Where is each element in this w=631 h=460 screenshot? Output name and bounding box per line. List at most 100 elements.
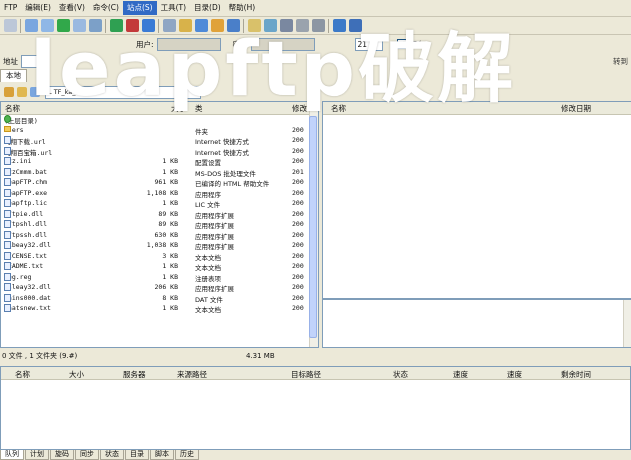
- file-name: libeay32.dll: [4, 241, 51, 249]
- table-row[interactable]: ssleay32.dll 206 KB 应用程序扩展 200: [1, 283, 318, 294]
- file-size: 1 KB: [162, 167, 178, 176]
- file-type: 应用程序扩展: [195, 232, 234, 241]
- file-size: 89 KB: [158, 209, 178, 218]
- table-row[interactable]: LeapFTP.exe 1,108 KB 应用程序 200: [1, 188, 318, 200]
- log-scrollbar[interactable]: [623, 300, 631, 347]
- queue-col-status[interactable]: 状态: [393, 369, 408, 380]
- table-row[interactable]: 飞翔百宝箱.url Internet 快捷方式 200: [1, 146, 318, 158]
- file-size: 1 KB: [162, 262, 178, 270]
- tab-directory[interactable]: 目录: [125, 450, 149, 460]
- local-scrollbar[interactable]: [309, 102, 318, 347]
- tab-script[interactable]: 脚本: [150, 450, 174, 460]
- file-icon: [4, 136, 11, 144]
- queue-col-remaining[interactable]: 剩余时间: [561, 369, 591, 380]
- tab-history[interactable]: 历史: [175, 450, 199, 460]
- file-name-cell: README.txt: [4, 262, 122, 270]
- file-type: 应用程序扩展: [195, 211, 234, 220]
- tab-queue[interactable]: 队列: [0, 450, 24, 460]
- file-type: 文本文档: [195, 306, 221, 314]
- file-size: 1 KB: [162, 272, 178, 281]
- file-name-cell: reg.reg: [4, 272, 122, 281]
- table-row[interactable]: lftpssh.dll 630 KB 应用程序扩展 200: [1, 230, 318, 242]
- queue-pane: 名称 大小 服务器 来源路径 目标路径 状态 速度 速度 剩余时间: [0, 366, 631, 450]
- file-type: 文本文档: [195, 253, 221, 262]
- table-row[interactable]: 飞翔下载.url Internet 快捷方式 200: [1, 136, 318, 147]
- status-bar: 0 文件 , 1 文件夹 (9.#) 4.31 MB: [0, 350, 320, 361]
- file-type: 应用程序扩展: [195, 222, 234, 230]
- table-row[interactable]: unins000.dat 8 KB DAT 文件 200: [1, 293, 318, 305]
- file-name-cell: 飞翔百宝箱.url: [4, 146, 122, 157]
- file-type: 应用程序扩展: [195, 243, 234, 251]
- local-file-pane: 名称 大小 类 修改 (上层目录) users 件夹 200 飞翔下载.url Inter…: [0, 101, 319, 348]
- menu-tools[interactable]: 工具(T): [157, 1, 190, 15]
- table-row[interactable]: users 件夹 200: [1, 125, 318, 137]
- file-icon: [4, 146, 11, 155]
- table-row[interactable]: lftpshl.dll 89 KB 应用程序扩展 200: [1, 220, 318, 231]
- file-icon: [4, 262, 11, 270]
- table-row[interactable]: LeapFTP.chm 961 KB 已编译的 HTML 帮助文件 200: [1, 178, 318, 189]
- file-size: 89 KB: [158, 220, 178, 228]
- queue-col-source[interactable]: 来源路径: [177, 369, 207, 380]
- folder-icon: [4, 125, 11, 132]
- file-icon: [4, 199, 11, 207]
- back-icon[interactable]: [3, 87, 14, 97]
- file-name-cell: 52z.ini: [4, 157, 122, 165]
- file-icon: [4, 251, 11, 260]
- file-type: MS-DOS 批处理文件: [195, 169, 256, 178]
- file-name-cell: whatsnew.txt: [4, 304, 122, 312]
- queue-col-size[interactable]: 大小: [69, 369, 84, 380]
- table-row[interactable]: 52zCmmm.bat 1 KB MS-DOS 批处理文件 201: [1, 167, 318, 179]
- menu-view[interactable]: 查看(V): [55, 1, 89, 15]
- file-size: 1 KB: [162, 199, 178, 207]
- menu-sites[interactable]: 站点(S): [122, 1, 157, 15]
- file-icon: [4, 188, 11, 197]
- connect-icon[interactable]: [3, 19, 17, 32]
- queue-col-server[interactable]: 服务器: [123, 369, 146, 380]
- table-row[interactable]: 52z.ini 1 KB 配置设置 200: [1, 157, 318, 168]
- table-row[interactable]: README.txt 1 KB 文本文档 200: [1, 262, 318, 273]
- queue-col-speed[interactable]: 速度: [453, 369, 468, 380]
- tab-sync[interactable]: 同步: [75, 450, 99, 460]
- file-name-cell: LeapFTP.exe: [4, 188, 122, 197]
- up-arrow-icon: [4, 115, 11, 123]
- file-name-cell: ssleay32.dll: [4, 283, 122, 291]
- file-name-cell: lftpie.dll: [4, 209, 122, 218]
- file-name-cell: users: [4, 125, 122, 134]
- address-label: 地址: [3, 56, 18, 66]
- queue-col-target[interactable]: 目标路径: [291, 369, 321, 380]
- local-scroll-thumb[interactable]: [309, 116, 317, 338]
- tab-encoding[interactable]: 旋码: [50, 450, 74, 460]
- file-size: 1,108 KB: [146, 188, 178, 197]
- menu-ftp[interactable]: FTP: [0, 1, 21, 15]
- menu-edit[interactable]: 编辑(E): [21, 1, 55, 15]
- file-icon: [4, 241, 11, 249]
- bottom-tabs: 队列 计划 旋码 同步 状态 目录 脚本 历史: [0, 450, 631, 460]
- queue-col-speed-2[interactable]: 速度: [507, 369, 522, 380]
- menu-help[interactable]: 帮助(H): [225, 1, 260, 15]
- file-name: unins000.dat: [4, 293, 51, 302]
- file-type: 件夹: [195, 127, 208, 136]
- table-row[interactable]: lftpie.dll 89 KB 应用程序扩展 200: [1, 209, 318, 221]
- file-icon: [4, 283, 11, 291]
- queue-col-name[interactable]: 名称: [15, 369, 30, 380]
- menu-command[interactable]: 命令(C): [89, 1, 123, 15]
- table-row[interactable]: LICENSE.txt 3 KB 文本文档 200: [1, 251, 318, 263]
- tab-local[interactable]: 本地: [0, 69, 27, 82]
- file-type: 配置设置: [195, 159, 221, 167]
- table-row[interactable]: whatsnew.txt 1 KB 文本文档 200: [1, 304, 318, 315]
- tab-status[interactable]: 状态: [100, 450, 124, 460]
- file-type: 已编译的 HTML 帮助文件: [195, 180, 270, 188]
- file-name: 飞翔百宝箱.url: [4, 148, 53, 157]
- folder-up-icon[interactable]: [16, 87, 27, 97]
- file-type: Internet 快捷方式: [195, 148, 249, 157]
- file-type: 文本文档: [195, 264, 221, 272]
- status-size: 4.31 MB: [246, 351, 275, 360]
- table-row[interactable]: leapftp.lic 1 KB LIC 文件 200: [1, 199, 318, 210]
- table-row[interactable]: libeay32.dll 1,038 KB 应用程序扩展 200: [1, 241, 318, 252]
- col-name[interactable]: 名称: [5, 103, 20, 114]
- file-size: 1,038 KB: [146, 241, 178, 249]
- menu-directory[interactable]: 目录(D): [190, 1, 225, 15]
- table-row[interactable]: reg.reg 1 KB 注册表项 200: [1, 272, 318, 284]
- file-icon: [4, 293, 11, 302]
- tab-schedule[interactable]: 计划: [25, 450, 49, 460]
